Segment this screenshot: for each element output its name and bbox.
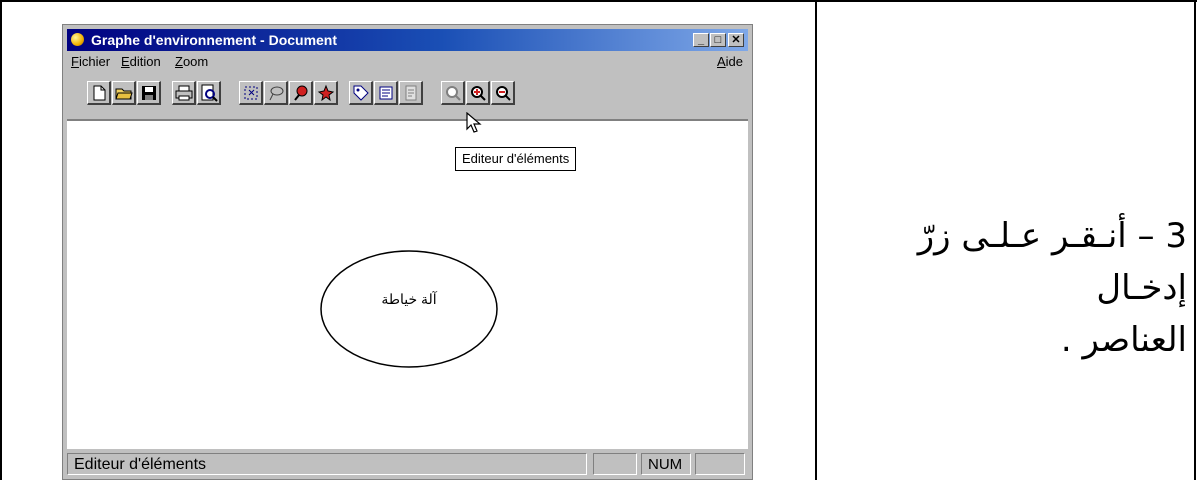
lasso-icon (269, 86, 284, 101)
print-icon (175, 85, 193, 101)
new-file-button[interactable] (87, 81, 111, 105)
instruction-line-1: 3 – أنـقـر عـلـى زرّ إدخـال (917, 216, 1187, 308)
instruction-line-2: العناصر . (1060, 320, 1187, 360)
star-pin-button[interactable] (314, 81, 338, 105)
diagram-canvas[interactable]: Editeur d'éléments آلة خياطة (67, 119, 748, 449)
status-empty-cell (593, 453, 637, 475)
zoom-in-button[interactable] (466, 81, 490, 105)
window-title: Graphe d'environnement - Document (91, 32, 338, 48)
mouse-cursor-icon (466, 112, 482, 133)
status-bar: Editeur d'éléments NUM (67, 451, 748, 477)
tag-button[interactable] (349, 81, 373, 105)
zoom-out-button[interactable] (491, 81, 515, 105)
table-border-right (1194, 0, 1196, 480)
tooltip: Editeur d'éléments (455, 147, 577, 171)
diagram-node[interactable] (319, 249, 499, 369)
menu-zoom[interactable]: Zoom (175, 54, 208, 69)
menu-aide[interactable]: Aide (717, 54, 743, 69)
menu-fichier[interactable]: Fichier (71, 54, 110, 69)
select-tool-button[interactable] (239, 81, 263, 105)
menu-edition[interactable]: Edition (121, 54, 161, 69)
new-file-icon (93, 85, 106, 101)
save-button[interactable] (137, 81, 161, 105)
print-button[interactable] (172, 81, 196, 105)
zoom-out-icon (496, 86, 511, 101)
status-num: NUM (641, 453, 691, 475)
title-bar[interactable]: Graphe d'environnement - Document _ □ ✕ (67, 29, 748, 51)
maximize-button[interactable]: □ (710, 33, 726, 47)
instruction-text: 3 – أنـقـر عـلـى زرّ إدخـال العناصر . (822, 210, 1187, 366)
zoom-in-icon (471, 86, 486, 101)
zoom-fit-button[interactable] (441, 81, 465, 105)
select-tool-icon (244, 86, 258, 100)
open-button[interactable] (112, 81, 136, 105)
star-pin-icon (317, 84, 335, 102)
menu-bar: Fichier Edition Zoom Aide (67, 52, 748, 72)
status-empty-cell-2 (695, 453, 745, 475)
minimize-button[interactable]: _ (693, 33, 709, 47)
table-border-top (0, 0, 1197, 2)
close-button[interactable]: ✕ (728, 33, 744, 47)
app-window: Graphe d'environnement - Document _ □ ✕ … (62, 24, 753, 480)
lasso-button[interactable] (264, 81, 288, 105)
tag-icon (353, 85, 369, 101)
text-page-button[interactable] (399, 81, 423, 105)
print-preview-button[interactable] (197, 81, 221, 105)
open-folder-icon (115, 88, 133, 100)
node-label: آلة خياطة (381, 291, 437, 307)
pin-red-icon (294, 85, 308, 101)
app-icon (71, 33, 84, 46)
toolbar (71, 81, 671, 111)
text-page-icon (405, 85, 417, 101)
zoom-fit-icon (446, 86, 461, 101)
save-icon (142, 86, 156, 100)
print-preview-icon (201, 84, 218, 102)
table-column-divider (815, 0, 817, 480)
element-editor-icon (379, 86, 393, 100)
pin-button[interactable] (289, 81, 313, 105)
element-editor-button[interactable] (374, 81, 398, 105)
table-border-left (0, 0, 2, 480)
status-text: Editeur d'éléments (67, 453, 587, 475)
